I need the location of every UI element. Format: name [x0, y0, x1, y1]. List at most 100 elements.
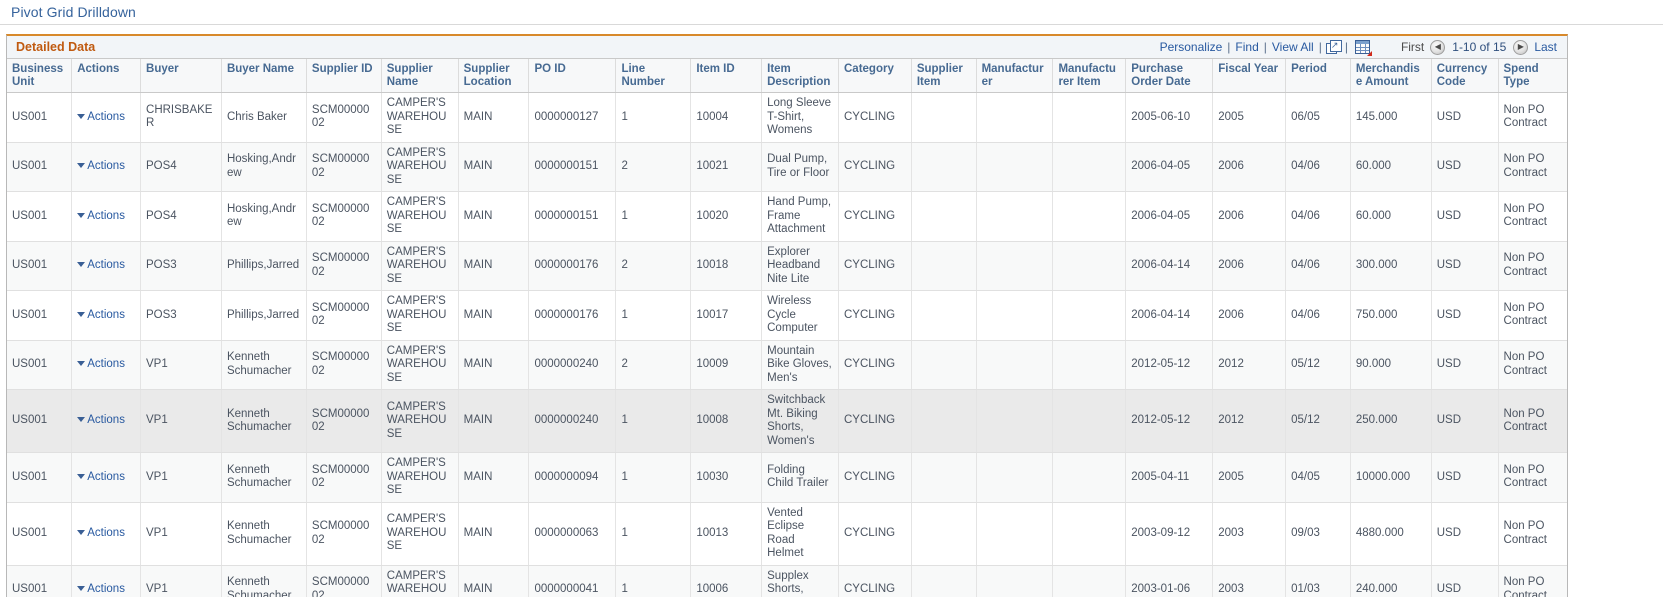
table-row[interactable]: US001 Actions POS3 Phillips,Jarred SCM000000…	[7, 241, 1567, 291]
cell-supplier-name: CAMPER'S WAREHOUSE	[381, 502, 459, 566]
column-header-manufacturer[interactable]: Manufacturer	[976, 59, 1054, 93]
cell-line-number: 2	[615, 241, 692, 291]
column-header-item-description[interactable]: Item Description	[761, 59, 839, 93]
cell-manufacturer-item	[1052, 389, 1127, 453]
table-row[interactable]: US001 Actions POS4 Hosking,Andrew SCM0000002…	[7, 142, 1567, 192]
cell-buyer: POS4	[140, 142, 222, 192]
actions-link[interactable]: Actions	[87, 414, 125, 426]
column-header-supplier-id[interactable]: Supplier ID	[306, 59, 382, 93]
cell-supplier-name: CAMPER'S WAREHOUSE	[381, 389, 459, 453]
column-header-spend-type[interactable]: Spend Type	[1498, 59, 1567, 93]
table-row[interactable]: US001 Actions POS4 Hosking,Andrew SCM0000002…	[7, 191, 1567, 242]
table-row[interactable]: US001 Actions VP1 Kenneth Schumacher SCM0000…	[7, 452, 1567, 503]
actions-link[interactable]: Actions	[87, 111, 125, 123]
cell-actions[interactable]: Actions	[71, 565, 142, 597]
cell-buyer-name: Hosking,Andrew	[221, 191, 307, 242]
column-header-fiscal-year[interactable]: Fiscal Year	[1212, 59, 1287, 93]
cell-spend-type: Non PO Contract	[1498, 290, 1567, 341]
actions-link[interactable]: Actions	[87, 583, 125, 595]
column-header-po-id[interactable]: PO ID	[528, 59, 617, 93]
chevron-down-icon	[77, 163, 86, 168]
column-header-manufacturer-item[interactable]: Manufacturer Item	[1052, 59, 1127, 93]
expand-icon-arrow: ↗	[1330, 40, 1339, 50]
cell-category: CYCLING	[838, 290, 912, 341]
cell-actions[interactable]: Actions	[71, 290, 142, 341]
cell-category: CYCLING	[838, 191, 912, 242]
column-header-supplier-name[interactable]: Supplier Name	[381, 59, 459, 93]
cell-fiscal-year: 2006	[1212, 191, 1287, 242]
pager-next-button[interactable]: ▶	[1513, 39, 1529, 55]
cell-supplier-name: CAMPER'S WAREHOUSE	[381, 452, 459, 503]
table-row[interactable]: US001 Actions VP1 Kenneth Schumacher SCM0000…	[7, 340, 1567, 390]
cell-buyer-name: Kenneth Schumacher	[221, 565, 307, 597]
cell-line-number: 1	[615, 502, 692, 566]
cell-supplier-location: MAIN	[458, 565, 530, 597]
expand-window-icon[interactable]: ↗	[1325, 40, 1342, 54]
cell-supplier-location: MAIN	[458, 290, 530, 341]
cell-actions[interactable]: Actions	[71, 340, 142, 390]
column-header-item-id[interactable]: Item ID	[690, 59, 763, 93]
actions-link[interactable]: Actions	[87, 210, 125, 222]
personalize-link[interactable]: Personalize	[1159, 40, 1224, 54]
column-header-business-unit[interactable]: Business Unit	[7, 59, 73, 93]
cell-supplier-location: MAIN	[458, 340, 530, 390]
pager-previous-button[interactable]: ◀	[1430, 39, 1446, 55]
cell-supplier-item	[911, 502, 977, 566]
cell-currency-code: USD	[1431, 502, 1499, 566]
view-all-link[interactable]: View All	[1271, 40, 1315, 54]
column-header-currency-code[interactable]: Currency Code	[1431, 59, 1499, 93]
cell-line-number: 1	[615, 452, 692, 503]
column-header-actions[interactable]: Actions	[71, 59, 142, 93]
cell-line-number: 1	[615, 290, 692, 341]
table-body: US001 Actions CHRISBAKER Chris Baker SCM0000…	[7, 92, 1567, 597]
cell-item-description: Supplex Shorts, Men's	[761, 565, 839, 597]
cell-po-id: 0000000240	[528, 389, 617, 453]
cell-actions[interactable]: Actions	[71, 389, 142, 453]
actions-link[interactable]: Actions	[87, 527, 125, 539]
cell-period: 05/12	[1285, 389, 1351, 453]
actions-link[interactable]: Actions	[87, 160, 125, 172]
toolbar-separator-1: |	[1227, 40, 1231, 54]
cell-actions[interactable]: Actions	[71, 241, 142, 291]
cell-supplier-location: MAIN	[458, 191, 530, 242]
cell-line-number: 1	[615, 565, 692, 597]
table-row[interactable]: US001 Actions CHRISBAKER Chris Baker SCM0000…	[7, 92, 1567, 143]
actions-link[interactable]: Actions	[87, 358, 125, 370]
table-row[interactable]: US001 Actions VP1 Kenneth Schumacher SCM0000…	[7, 389, 1567, 453]
actions-link[interactable]: Actions	[87, 471, 125, 483]
cell-actions[interactable]: Actions	[71, 92, 142, 143]
cell-actions[interactable]: Actions	[71, 452, 142, 503]
actions-link[interactable]: Actions	[87, 309, 125, 321]
cell-merchandise-amount: 10000.000	[1350, 452, 1432, 503]
cell-item-id: 10006	[690, 565, 763, 597]
column-header-purchase-order-date[interactable]: Purchase Order Date	[1125, 59, 1214, 93]
column-header-period[interactable]: Period	[1285, 59, 1351, 93]
table-row[interactable]: US001 Actions VP1 Kenneth Schumacher SCM0000…	[7, 502, 1567, 566]
table-row[interactable]: US001 Actions POS3 Phillips,Jarred SCM000000…	[7, 290, 1567, 341]
toolbar-separator-2: |	[1263, 40, 1267, 54]
column-header-merchandise-amount[interactable]: Merchandise Amount	[1350, 59, 1432, 93]
cell-supplier-id: SCM0000002	[306, 142, 382, 192]
cell-item-description: Mountain Bike Gloves, Men's	[761, 340, 839, 390]
download-to-spreadsheet-icon[interactable]	[1354, 39, 1372, 56]
cell-supplier-location: MAIN	[458, 389, 530, 453]
cell-actions[interactable]: Actions	[71, 191, 142, 242]
cell-supplier-id: SCM0000002	[306, 502, 382, 566]
column-header-buyer-name[interactable]: Buyer Name	[221, 59, 307, 93]
column-header-supplier-item[interactable]: Supplier Item	[911, 59, 977, 93]
cell-fiscal-year: 2006	[1212, 290, 1287, 341]
pager-last-label[interactable]: Last	[1528, 40, 1563, 54]
cell-spend-type: Non PO Contract	[1498, 191, 1567, 242]
table-row[interactable]: US001 Actions VP1 Kenneth Schumacher SCM0000…	[7, 565, 1567, 597]
column-header-buyer[interactable]: Buyer	[140, 59, 222, 93]
column-header-supplier-location[interactable]: Supplier Location	[458, 59, 530, 93]
cell-manufacturer	[976, 142, 1054, 192]
find-link[interactable]: Find	[1234, 40, 1259, 54]
cell-actions[interactable]: Actions	[71, 502, 142, 566]
column-header-category[interactable]: Category	[838, 59, 912, 93]
actions-link[interactable]: Actions	[87, 259, 125, 271]
cell-actions[interactable]: Actions	[71, 142, 142, 192]
column-header-line-number[interactable]: Line Number	[615, 59, 692, 93]
cell-merchandise-amount: 145.000	[1350, 92, 1432, 143]
pager-first-label[interactable]: First	[1395, 40, 1430, 54]
